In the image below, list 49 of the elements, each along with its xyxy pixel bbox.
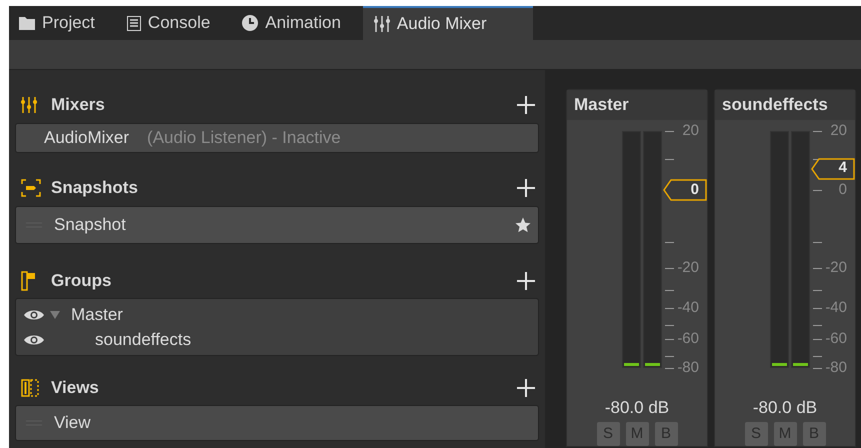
views-icon bbox=[21, 379, 39, 397]
section-title: Snapshots bbox=[51, 177, 138, 200]
scale-label: 0 bbox=[838, 182, 847, 198]
view-row[interactable]: View bbox=[15, 405, 539, 441]
scale-label: -40 bbox=[677, 300, 699, 316]
section-title: Views bbox=[51, 377, 99, 400]
view-name: View bbox=[54, 412, 91, 434]
group-name[interactable]: Master bbox=[71, 302, 123, 328]
tab[interactable]: Audio Mixer bbox=[362, 6, 533, 40]
expand-arrow-icon[interactable] bbox=[49, 310, 61, 320]
add-button[interactable] bbox=[515, 177, 537, 199]
decibel-readout: -80.0 dB bbox=[604, 396, 670, 418]
section-title: Groups bbox=[51, 270, 112, 292]
scale-label: -60 bbox=[825, 331, 847, 348]
document-icon bbox=[126, 16, 141, 30]
scale-label: -20 bbox=[825, 260, 847, 276]
tab[interactable]: Console bbox=[116, 6, 220, 40]
add-button[interactable] bbox=[515, 270, 537, 292]
scale-label: 20 bbox=[682, 122, 699, 139]
strip-title: soundeffects bbox=[722, 94, 828, 116]
tab[interactable]: Project bbox=[9, 6, 105, 40]
volume-handle[interactable]: 4 bbox=[811, 158, 855, 180]
tab[interactable]: Animation bbox=[232, 6, 351, 40]
eye-icon[interactable] bbox=[23, 308, 45, 322]
scale-label: 20 bbox=[830, 122, 847, 139]
snapshot-icon bbox=[21, 179, 41, 197]
scale-label: -80 bbox=[825, 360, 847, 376]
snapshot-row[interactable]: Snapshot bbox=[15, 206, 539, 244]
clock-icon bbox=[242, 15, 258, 31]
mixer-status: (Audio Listener) - Inactive bbox=[147, 127, 341, 150]
section-title: Mixers bbox=[51, 94, 105, 116]
folder-icon bbox=[19, 16, 35, 30]
sliders-icon bbox=[21, 97, 37, 113]
scale-label: -80 bbox=[677, 360, 699, 376]
add-button[interactable] bbox=[515, 94, 537, 116]
sliders-icon bbox=[374, 16, 390, 32]
mixer-name: AudioMixer bbox=[44, 127, 130, 150]
add-button[interactable] bbox=[515, 377, 537, 399]
volume-handle[interactable]: 0 bbox=[663, 178, 707, 201]
scale-label: -40 bbox=[825, 300, 847, 316]
mixer-row[interactable]: AudioMixer (Audio Listener) - Inactive bbox=[15, 123, 539, 153]
snapshot-name: Snapshot bbox=[54, 214, 126, 236]
scale-label: -20 bbox=[677, 260, 699, 276]
group-name[interactable]: soundeffects bbox=[95, 326, 192, 352]
strip-title: Master bbox=[574, 94, 629, 116]
scale-label: -60 bbox=[677, 331, 699, 348]
decibel-readout: -80.0 dB bbox=[752, 396, 818, 418]
eye-icon[interactable] bbox=[23, 332, 45, 346]
star-icon[interactable] bbox=[514, 216, 532, 234]
